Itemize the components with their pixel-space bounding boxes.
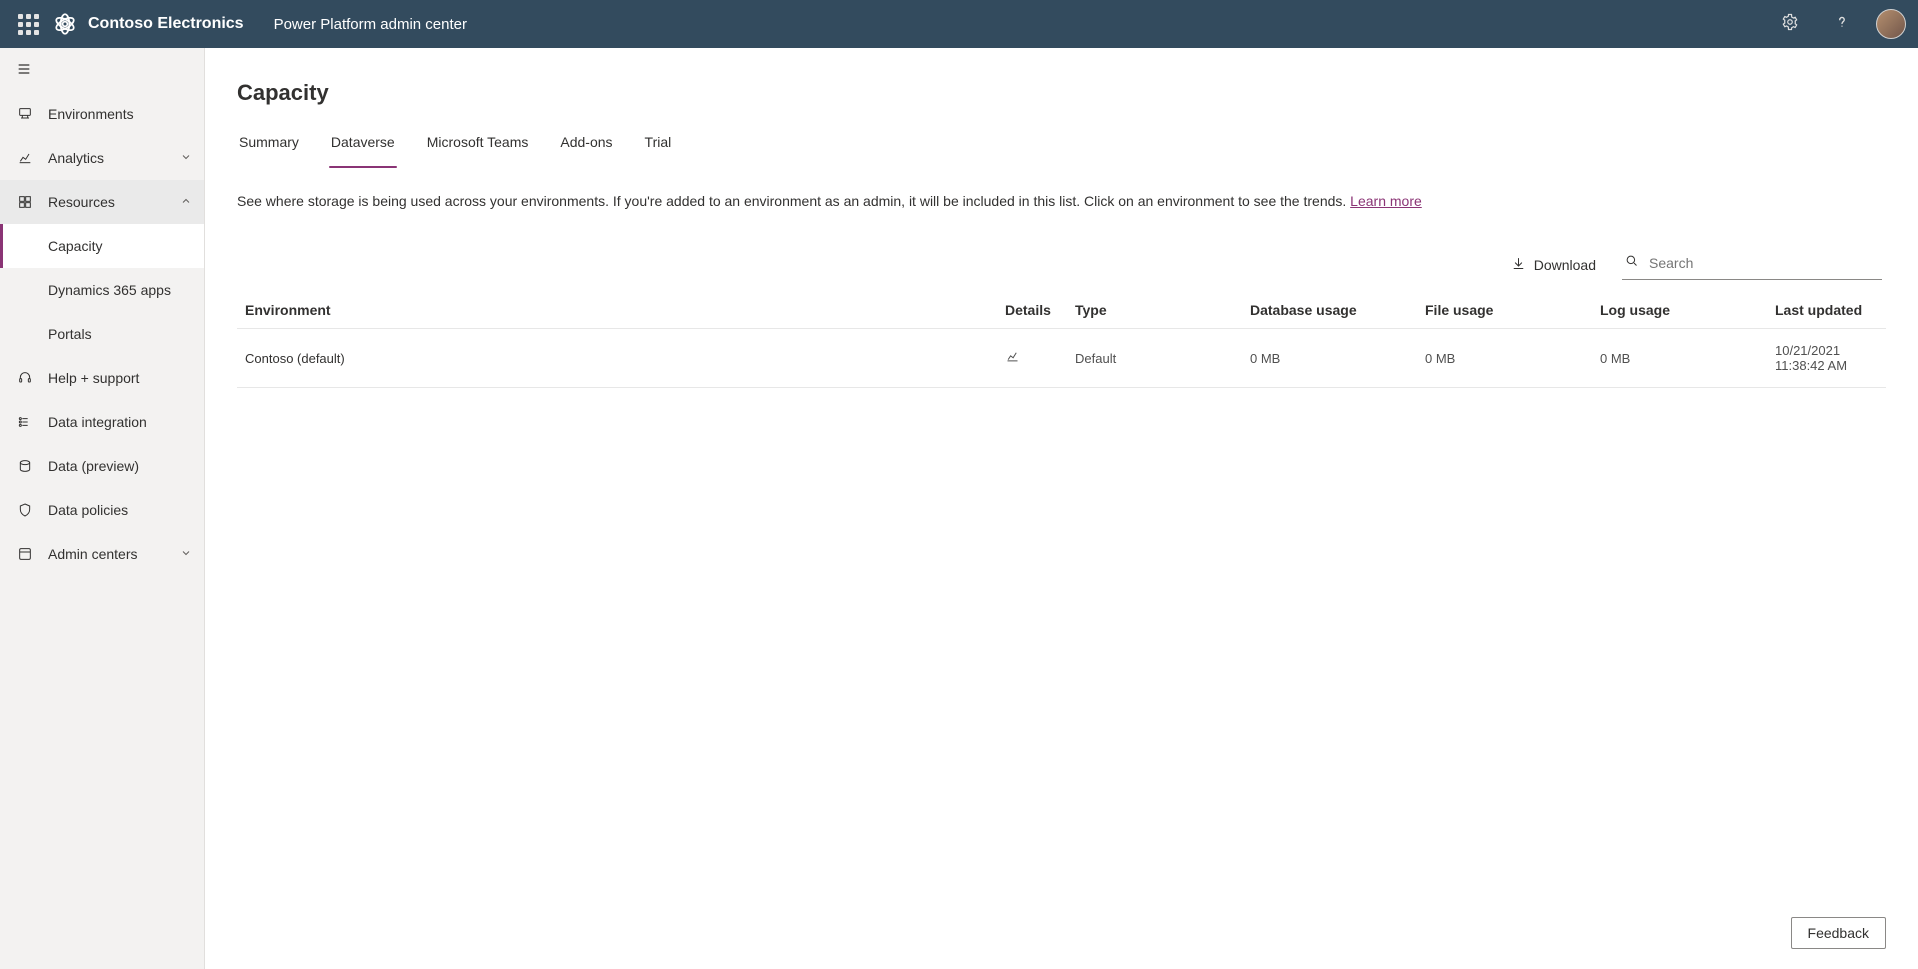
- table-header-row: Environment Details Type Database usage …: [237, 292, 1886, 329]
- col-file[interactable]: File usage: [1417, 292, 1592, 329]
- cell-details: [997, 329, 1067, 388]
- cell-log: 0 MB: [1592, 329, 1767, 388]
- main-content: Capacity Summary Dataverse Microsoft Tea…: [205, 48, 1918, 969]
- environments-icon: [16, 106, 34, 122]
- search-input[interactable]: [1647, 254, 1880, 272]
- headset-icon: [16, 370, 34, 386]
- sidebar-item-admin-centers[interactable]: Admin centers: [0, 532, 204, 576]
- cell-type: Default: [1067, 329, 1242, 388]
- sidebar-item-label: Data (preview): [48, 458, 139, 474]
- chart-icon: [1005, 352, 1020, 367]
- global-header: Contoso Electronics Power Platform admin…: [0, 0, 1918, 48]
- sidebar-item-data-preview[interactable]: Data (preview): [0, 444, 204, 488]
- analytics-icon: [16, 150, 34, 166]
- tab-dataverse[interactable]: Dataverse: [329, 134, 397, 168]
- chevron-down-icon: [180, 150, 192, 166]
- sidebar-item-capacity[interactable]: Capacity: [0, 224, 204, 268]
- cell-environment: Contoso (default): [237, 329, 997, 388]
- col-environment[interactable]: Environment: [237, 292, 997, 329]
- sidebar-item-label: Analytics: [48, 150, 104, 166]
- sidebar-item-analytics[interactable]: Analytics: [0, 136, 204, 180]
- sidebar-item-data-policies[interactable]: Data policies: [0, 488, 204, 532]
- sidebar-item-label: Help + support: [48, 370, 139, 386]
- table-row[interactable]: Contoso (default) Default 0 MB 0 MB 0 MB…: [237, 329, 1886, 388]
- data-preview-icon: [16, 458, 34, 474]
- app-name[interactable]: Power Platform admin center: [274, 16, 467, 33]
- details-button[interactable]: [1005, 352, 1020, 367]
- col-database[interactable]: Database usage: [1242, 292, 1417, 329]
- tab-trial[interactable]: Trial: [643, 134, 674, 168]
- tab-microsoft-teams[interactable]: Microsoft Teams: [425, 134, 531, 168]
- user-avatar[interactable]: [1876, 9, 1906, 39]
- cell-database: 0 MB: [1242, 329, 1417, 388]
- question-icon: [1833, 13, 1851, 36]
- sidebar-item-data-integration[interactable]: Data integration: [0, 400, 204, 444]
- data-integration-icon: [16, 414, 34, 430]
- sidebar-item-label: Admin centers: [48, 546, 137, 562]
- sidebar-item-label: Environments: [48, 106, 134, 122]
- settings-button[interactable]: [1766, 0, 1814, 48]
- sidebar-item-label: Capacity: [48, 238, 102, 254]
- col-type[interactable]: Type: [1067, 292, 1242, 329]
- chevron-up-icon: [180, 194, 192, 210]
- description-text: See where storage is being used across y…: [237, 193, 1346, 209]
- sidebar-item-label: Dynamics 365 apps: [48, 282, 171, 298]
- sidebar-item-d365-apps[interactable]: Dynamics 365 apps: [0, 268, 204, 312]
- brand-name[interactable]: Contoso Electronics: [88, 15, 244, 33]
- cell-file: 0 MB: [1417, 329, 1592, 388]
- col-updated[interactable]: Last updated: [1767, 292, 1886, 329]
- sidebar-item-label: Resources: [48, 194, 115, 210]
- tab-summary[interactable]: Summary: [237, 134, 301, 168]
- sidebar-toggle-button[interactable]: [0, 48, 204, 92]
- table-toolbar: Download: [237, 249, 1886, 280]
- sidebar-item-label: Data policies: [48, 502, 128, 518]
- search-field[interactable]: [1622, 249, 1882, 280]
- col-log[interactable]: Log usage: [1592, 292, 1767, 329]
- environments-table: Environment Details Type Database usage …: [237, 292, 1886, 388]
- feedback-button[interactable]: Feedback: [1791, 917, 1886, 949]
- sidebar-item-label: Data integration: [48, 414, 147, 430]
- sidebar: Environments Analytics Resources Capacit…: [0, 48, 205, 969]
- hamburger-icon: [16, 61, 32, 80]
- sidebar-item-help-support[interactable]: Help + support: [0, 356, 204, 400]
- page-description: See where storage is being used across y…: [237, 193, 1886, 209]
- sidebar-item-resources[interactable]: Resources: [0, 180, 204, 224]
- download-icon: [1511, 256, 1526, 274]
- shield-icon: [16, 502, 34, 518]
- chevron-down-icon: [180, 546, 192, 562]
- gear-icon: [1781, 13, 1799, 36]
- resources-icon: [16, 194, 34, 210]
- sidebar-item-environments[interactable]: Environments: [0, 92, 204, 136]
- sidebar-item-portals[interactable]: Portals: [0, 312, 204, 356]
- download-label: Download: [1534, 257, 1596, 273]
- admin-centers-icon: [16, 546, 34, 562]
- waffle-icon: [18, 14, 39, 35]
- sidebar-item-label: Portals: [48, 326, 92, 342]
- tab-add-ons[interactable]: Add-ons: [558, 134, 614, 168]
- page-title: Capacity: [237, 80, 1886, 106]
- cell-updated: 10/21/2021 11:38:42 AM: [1767, 329, 1886, 388]
- col-details[interactable]: Details: [997, 292, 1067, 329]
- help-button[interactable]: [1818, 0, 1866, 48]
- download-button[interactable]: Download: [1511, 256, 1596, 274]
- search-icon: [1624, 253, 1639, 273]
- brand-logo-icon: [52, 11, 78, 37]
- capacity-tabs: Summary Dataverse Microsoft Teams Add-on…: [237, 134, 1886, 169]
- app-launcher-button[interactable]: [4, 0, 52, 48]
- learn-more-link[interactable]: Learn more: [1350, 193, 1422, 209]
